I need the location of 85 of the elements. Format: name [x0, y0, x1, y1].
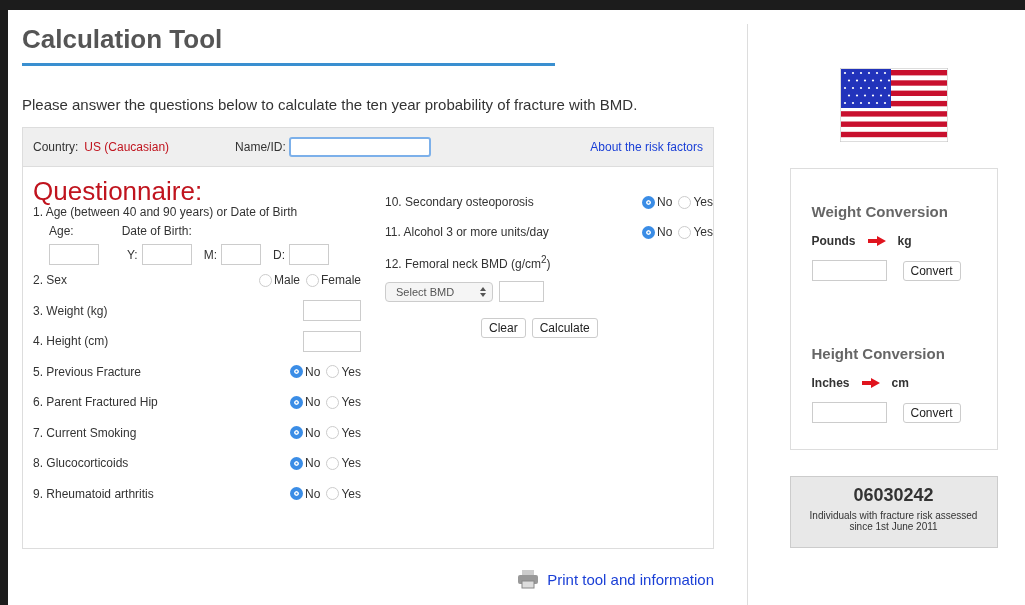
question-label: 5. Previous Fracture: [33, 364, 142, 379]
dropdown-arrows-icon: [480, 286, 486, 297]
question-label: 9. Rheumatoid arthritis: [33, 486, 154, 501]
radio-button[interactable]: [290, 456, 304, 470]
radio-label[interactable]: Yes: [341, 456, 361, 471]
radio-button[interactable]: [326, 456, 340, 470]
radio-button[interactable]: [290, 426, 304, 440]
radio-label[interactable]: No: [305, 456, 321, 471]
radio-label[interactable]: No: [305, 364, 321, 379]
intro-text: Please answer the questions below to calculate the ten year probability of fracture with BMD.: [22, 96, 639, 113]
radio-button[interactable]: [678, 195, 692, 209]
unit-label: cm: [891, 376, 909, 390]
age-field[interactable]: [49, 244, 99, 265]
printer-icon: [517, 569, 540, 589]
radio-button[interactable]: [290, 365, 304, 379]
question-label: 7. Current Smoking: [33, 425, 137, 440]
convert-button[interactable]: Convert: [902, 260, 961, 281]
radio-label[interactable]: Yes: [341, 486, 361, 501]
radio-button[interactable]: [326, 365, 340, 379]
radio-label[interactable]: Yes: [341, 425, 361, 440]
radio-label[interactable]: No: [657, 225, 673, 239]
question-label: 3. Weight (kg): [33, 303, 108, 318]
radio-label[interactable]: Yes: [341, 364, 361, 379]
date-field[interactable]: [141, 244, 192, 265]
number-field[interactable]: [303, 300, 361, 322]
radio-label[interactable]: No: [305, 486, 321, 501]
question-label: 11. Alcohol 3 or more units/day: [385, 225, 549, 239]
page-title: Calculation Tool: [22, 24, 224, 55]
number-field[interactable]: [303, 330, 361, 352]
country-label: Country:: [33, 140, 79, 154]
convert-button[interactable]: Convert: [902, 402, 961, 423]
counter-value: 06030242: [852, 485, 935, 506]
bmd-field[interactable]: [499, 281, 544, 302]
question-label: 10. Secondary osteoporosis: [385, 195, 534, 209]
conversion-field[interactable]: [811, 260, 887, 281]
question-label: 4. Height (cm): [33, 334, 109, 349]
radio-button[interactable]: [306, 273, 319, 287]
form-button[interactable]: Clear: [481, 318, 526, 338]
radio-label[interactable]: Female: [321, 273, 361, 288]
flag-icon: [839, 68, 948, 142]
radio-label[interactable]: Yes: [693, 225, 713, 239]
conversion-title: Weight Conversion: [811, 203, 949, 220]
risk-factors-link[interactable]: About the risk factors: [590, 140, 703, 154]
radio-button[interactable]: [290, 487, 304, 501]
radio-button[interactable]: [642, 195, 656, 209]
arrow-icon: [867, 236, 886, 246]
date-part-label: Y:: [127, 247, 138, 262]
radio-button[interactable]: [678, 225, 692, 239]
radio-label[interactable]: No: [305, 425, 321, 440]
radio-label[interactable]: No: [657, 195, 673, 209]
question-label: 12. Femoral neck BMD (g/cm$^{2}$): [385, 253, 551, 271]
age-label: Age:: [49, 224, 74, 238]
counter-caption: Individuals with fracture risk assessed since 1st June 2011: [808, 510, 979, 532]
conversion-title: Height Conversion: [811, 345, 946, 362]
question-label: 2. Sex: [33, 273, 68, 288]
question-label: 1. Age (between 40 and 90 years) or Date of Birth: [33, 205, 299, 219]
unit-label: Inches: [811, 376, 850, 390]
conversion-field[interactable]: [811, 402, 887, 423]
date-field[interactable]: [221, 244, 262, 265]
radio-button[interactable]: [326, 426, 340, 440]
print-link[interactable]: Print tool and information: [547, 570, 714, 588]
radio-button[interactable]: [326, 395, 340, 409]
radio-label[interactable]: Yes: [693, 195, 713, 209]
radio-label[interactable]: Male: [273, 273, 300, 288]
country-value: US (Caucasian): [84, 140, 170, 154]
radio-label[interactable]: No: [305, 395, 321, 410]
radio-button[interactable]: [642, 225, 656, 239]
date-part-label: M:: [203, 247, 218, 262]
unit-label: kg: [897, 234, 912, 248]
question-label: 8. Glucocorticoids: [33, 456, 129, 471]
bmd-select[interactable]: Select BMD: [385, 281, 493, 302]
name-field[interactable]: [288, 137, 431, 157]
name-label: Name/ID:: [235, 140, 286, 154]
radio-button[interactable]: [326, 487, 340, 501]
date-field[interactable]: [289, 244, 330, 265]
date-part-label: D:: [273, 247, 286, 262]
question-label: 6. Parent Fractured Hip: [33, 395, 158, 410]
questionnaire-title: Questionnaire:: [33, 177, 204, 205]
radio-button[interactable]: [258, 273, 272, 287]
radio-label[interactable]: Yes: [341, 395, 361, 410]
form-button[interactable]: Calculate: [531, 318, 598, 338]
arrow-icon: [861, 378, 880, 388]
unit-label: Pounds: [811, 234, 856, 248]
dob-label: Date of Birth:: [121, 224, 192, 238]
radio-button[interactable]: [290, 395, 304, 409]
